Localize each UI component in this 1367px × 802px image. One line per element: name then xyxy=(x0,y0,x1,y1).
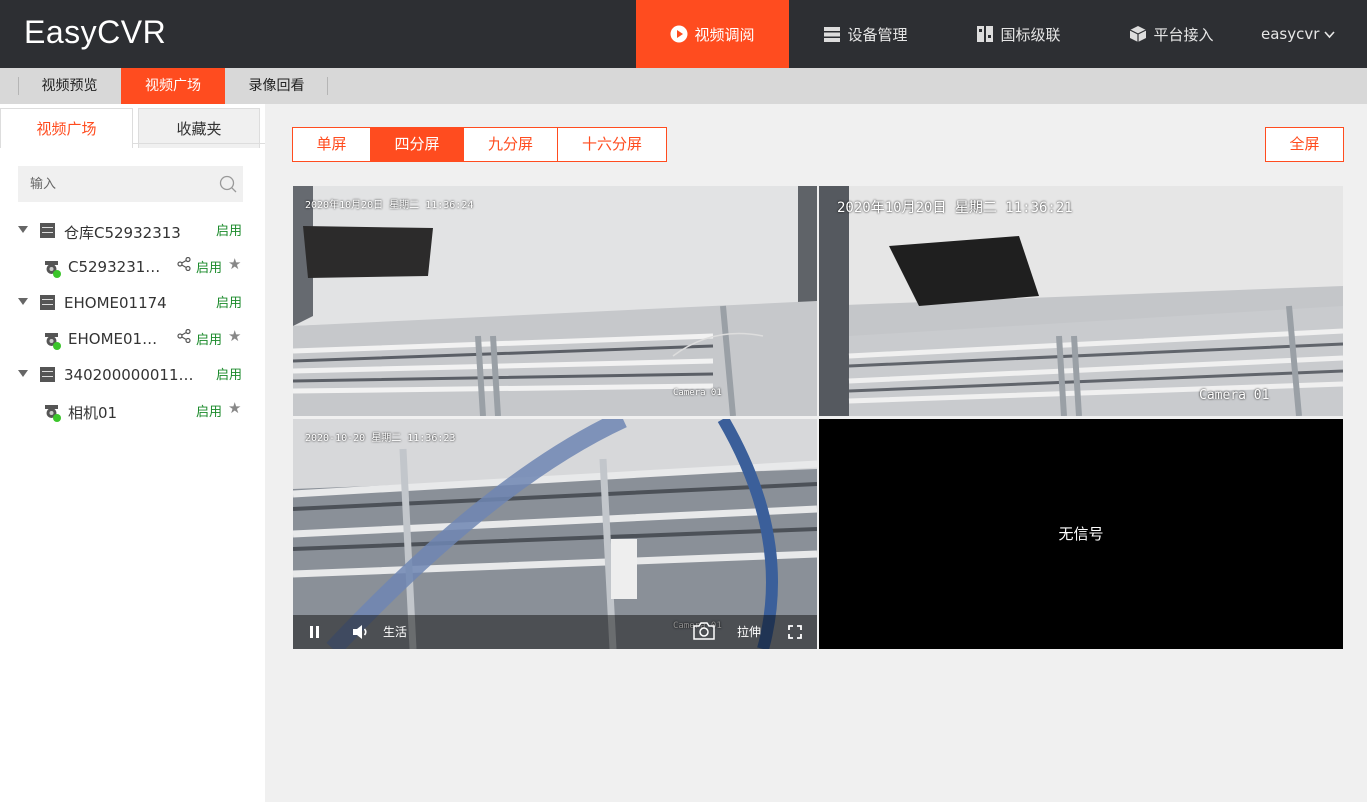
status-badge: 启用 xyxy=(216,368,243,383)
subtab-video-square[interactable]: 视频广场 xyxy=(121,68,225,104)
search-input[interactable] xyxy=(18,166,213,202)
channel-name[interactable]: C52932313… xyxy=(68,258,164,276)
star-icon[interactable]: ★ xyxy=(228,327,241,345)
main-area: 单屏 四分屏 九分屏 十六分屏 全屏 2020年10月20日 星期二 11:36… xyxy=(265,104,1367,802)
top-bar: EasyCVR 视频调阅 设备管理 国标级联 平台接入 easycvr xyxy=(0,0,1367,68)
channel-row[interactable]: C52932313… 启用 ★ xyxy=(0,252,265,282)
device-name[interactable]: EHOME01174 xyxy=(64,294,202,312)
list-icon xyxy=(823,25,841,43)
status-badge: 启用 xyxy=(196,261,223,276)
device-name[interactable]: 34020000001110… xyxy=(64,366,202,384)
nav-item-label: 平台接入 xyxy=(1153,25,1214,44)
nav-item-gb-cascade[interactable]: 国标级联 xyxy=(942,0,1095,68)
channel-row[interactable]: EHOME011… 启用 ★ xyxy=(0,324,265,354)
status-badge: 启用 xyxy=(216,296,243,311)
nav-item-device-manage[interactable]: 设备管理 xyxy=(789,0,942,68)
video-player[interactable]: 2020年10月20日 星期二 11:36:24 Camera 01 xyxy=(293,186,817,416)
split-sixteen-button[interactable]: 十六分屏 xyxy=(557,127,667,162)
video-player[interactable]: 无信号 xyxy=(819,419,1343,649)
main-nav: 视频调阅 设备管理 国标级联 平台接入 xyxy=(636,0,1248,68)
device-name[interactable]: 仓库C52932313 xyxy=(64,222,202,243)
video-timestamp: 2020年10月20日 星期二 11:36:21 xyxy=(837,200,1073,216)
device-row[interactable]: 仓库C52932313 启用 xyxy=(0,216,265,246)
nav-item-label: 视频调阅 xyxy=(694,25,755,44)
subtab-recording-playback[interactable]: 录像回看 xyxy=(226,68,327,104)
camera-label: Camera 01 xyxy=(1199,388,1270,403)
sidebar-tab-video-square[interactable]: 视频广场 xyxy=(0,108,133,148)
nav-item-label: 设备管理 xyxy=(847,25,908,44)
caret-down-icon[interactable] xyxy=(18,370,28,377)
device-icon xyxy=(40,367,55,382)
video-player[interactable]: 2020年10月20日 星期二 11:36:21 Camera 01 xyxy=(819,186,1343,416)
fullscreen-icon[interactable] xyxy=(788,625,802,642)
app-logo[interactable]: EasyCVR xyxy=(24,14,166,51)
status-badge: 启用 xyxy=(216,224,243,239)
camera-online-icon xyxy=(44,260,61,278)
sidebar-tab-favorites[interactable]: 收藏夹 xyxy=(138,108,260,148)
no-signal-text: 无信号 xyxy=(1058,525,1104,543)
cube-icon xyxy=(1129,25,1147,43)
device-row[interactable]: EHOME01174 启用 xyxy=(0,288,265,318)
stretch-toggle[interactable]: 拉伸 xyxy=(737,623,761,640)
camera-online-icon xyxy=(44,332,61,350)
video-player[interactable]: 2020-10-20 星期二 11:36:23 Camera 01 生活 拉伸 xyxy=(293,419,817,649)
user-menu[interactable]: easycvr xyxy=(1261,0,1335,68)
cascade-icon xyxy=(976,25,994,43)
video-frame xyxy=(293,186,817,416)
sidebar: 视频广场 收藏夹 仓库C52932313 启用 C52932313… 启用 ★ … xyxy=(0,104,265,802)
video-timestamp: 2020-10-20 星期二 11:36:23 xyxy=(305,433,456,444)
chevron-down-icon xyxy=(1324,25,1335,43)
nav-item-platform-access[interactable]: 平台接入 xyxy=(1095,0,1248,68)
fullscreen-button[interactable]: 全屏 xyxy=(1265,127,1344,162)
channel-name[interactable]: EHOME011… xyxy=(68,330,164,348)
caret-down-icon[interactable] xyxy=(18,298,28,305)
player-controls: 生活 拉伸 xyxy=(293,615,817,649)
pause-icon[interactable] xyxy=(309,625,321,642)
caret-down-icon[interactable] xyxy=(18,226,28,233)
sub-nav: 视频预览 视频广场 录像回看 xyxy=(0,68,1367,104)
divider xyxy=(133,143,265,144)
status-badge: 启用 xyxy=(196,333,223,348)
channel-name[interactable]: 相机01 xyxy=(68,402,164,423)
split-single-button[interactable]: 单屏 xyxy=(292,127,371,162)
share-icon[interactable] xyxy=(177,328,191,344)
star-icon[interactable]: ★ xyxy=(228,255,241,273)
play-circle-icon xyxy=(670,25,688,43)
device-icon xyxy=(40,295,55,310)
snapshot-icon[interactable] xyxy=(692,621,716,644)
video-timestamp: 2020年10月20日 星期二 11:36:24 xyxy=(305,200,474,211)
nav-item-label: 国标级联 xyxy=(1000,25,1061,44)
split-four-button[interactable]: 四分屏 xyxy=(370,127,464,162)
search-box xyxy=(18,166,243,202)
subtab-video-preview[interactable]: 视频预览 xyxy=(19,68,120,104)
split-nine-button[interactable]: 九分屏 xyxy=(463,127,558,162)
live-mode-toggle[interactable]: 生活 xyxy=(383,623,407,640)
search-icon[interactable] xyxy=(219,175,237,193)
camera-online-icon xyxy=(44,404,61,422)
device-icon xyxy=(40,223,55,238)
divider xyxy=(327,77,328,95)
star-icon[interactable]: ★ xyxy=(228,399,241,417)
volume-icon[interactable] xyxy=(352,624,370,643)
channel-row[interactable]: 相机01 启用 ★ xyxy=(0,396,265,426)
status-badge: 启用 xyxy=(196,405,223,420)
camera-label: Camera 01 xyxy=(673,388,722,398)
share-icon[interactable] xyxy=(177,256,191,272)
nav-item-video-view[interactable]: 视频调阅 xyxy=(636,0,789,68)
device-row[interactable]: 34020000001110… 启用 xyxy=(0,360,265,390)
user-name: easycvr xyxy=(1261,25,1320,43)
video-frame xyxy=(819,186,1343,416)
